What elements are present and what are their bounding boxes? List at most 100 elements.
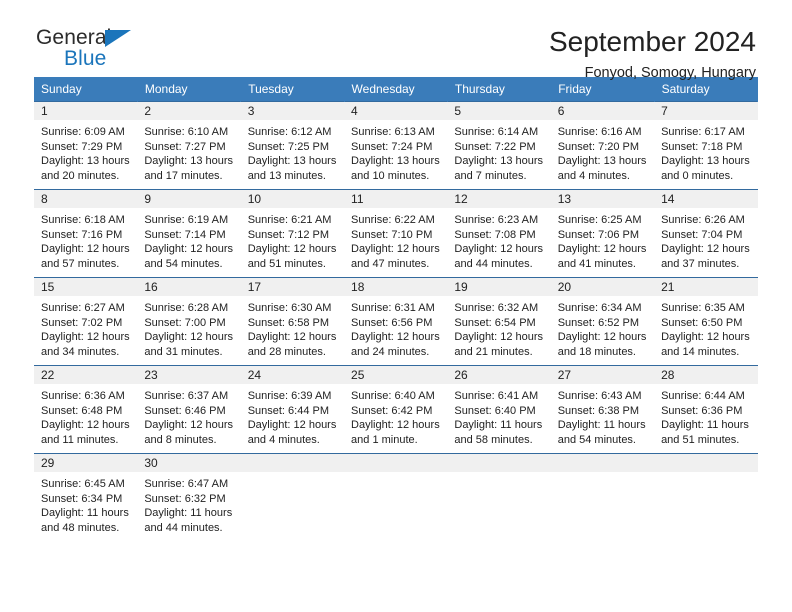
day-cell-content: 16 Sunrise: 6:28 AM Sunset: 7:00 PM Dayligh… xyxy=(137,278,241,365)
calendar-day-cell-empty xyxy=(447,453,551,540)
day-cell-content: 18 Sunrise: 6:31 AM Sunset: 6:56 PM Dayligh… xyxy=(344,278,448,365)
sunrise-text: Sunrise: 6:39 AM xyxy=(247,390,332,402)
page-subtitle: Fonyod, Somogy, Hungary xyxy=(584,65,756,82)
calendar-day-cell[interactable]: 28 Sunrise: 6:44 AM Sunset: 6:36 PM Dayligh… xyxy=(654,365,758,454)
sunrise-text: Sunrise: 6:41 AM xyxy=(454,390,539,402)
day-number: 7 xyxy=(654,102,758,120)
calendar-day-cell[interactable]: 8 Sunrise: 6:18 AM Sunset: 7:16 PM Daylight… xyxy=(34,189,138,278)
daylight-text: Daylight: 12 hours and 37 minutes. xyxy=(661,243,750,270)
day-cell-content xyxy=(654,454,758,540)
day-number: 21 xyxy=(654,278,758,296)
sunset-text: Sunset: 6:48 PM xyxy=(41,404,123,417)
sunrise-text: Sunrise: 6:35 AM xyxy=(661,302,745,314)
calendar-day-cell[interactable]: 21 Sunrise: 6:35 AM Sunset: 6:50 PM Dayligh… xyxy=(654,277,758,366)
sunrise-text: Sunrise: 6:10 AM xyxy=(144,126,229,138)
calendar-day-cell[interactable]: 9 Sunrise: 6:19 AM Sunset: 7:14 PM Daylight… xyxy=(137,189,241,278)
day-details: Sunrise: 6:26 AM Sunset: 7:04 PM Daylight:… xyxy=(654,208,757,271)
day-number xyxy=(344,454,448,472)
day-number: 16 xyxy=(137,278,241,296)
day-cell-content xyxy=(344,454,448,540)
calendar-day-cell[interactable]: 18 Sunrise: 6:31 AM Sunset: 6:56 PM Dayligh… xyxy=(344,277,448,366)
calendar-day-cell[interactable]: 7 Sunrise: 6:17 AM Sunset: 7:18 PM Daylight… xyxy=(654,101,758,190)
calendar-day-cell[interactable]: 4 Sunrise: 6:13 AM Sunset: 7:24 PM Daylight… xyxy=(344,101,448,190)
calendar-day-cell[interactable]: 1 Sunrise: 6:09 AM Sunset: 7:29 PM Daylight… xyxy=(34,101,138,190)
day-cell-content: 22 Sunrise: 6:36 AM Sunset: 6:48 PM Dayligh… xyxy=(34,366,138,453)
daylight-text: Daylight: 11 hours and 54 minutes. xyxy=(557,419,646,446)
calendar-week-row: 22 Sunrise: 6:36 AM Sunset: 6:48 PM Dayligh… xyxy=(34,365,758,454)
day-number: 24 xyxy=(240,366,345,384)
day-details: Sunrise: 6:32 AM Sunset: 6:54 PM Daylight:… xyxy=(447,296,550,359)
calendar-day-cell[interactable]: 11 Sunrise: 6:22 AM Sunset: 7:10 PM Dayligh… xyxy=(344,189,448,278)
day-cell-content xyxy=(550,454,655,540)
sunrise-text: Sunrise: 6:45 AM xyxy=(41,478,125,490)
calendar-day-cell[interactable]: 30 Sunrise: 6:47 AM Sunset: 6:32 PM Dayligh… xyxy=(137,453,241,540)
sunrise-text: Sunrise: 6:30 AM xyxy=(247,302,332,314)
sunset-text: Sunset: 6:46 PM xyxy=(144,404,226,417)
day-number: 18 xyxy=(344,278,448,296)
daylight-text: Daylight: 12 hours and 18 minutes. xyxy=(557,331,647,358)
day-cell-content: 12 Sunrise: 6:23 AM Sunset: 7:08 PM Dayligh… xyxy=(447,190,551,277)
sunset-text: Sunset: 7:25 PM xyxy=(247,140,330,153)
calendar-day-cell[interactable]: 17 Sunrise: 6:30 AM Sunset: 6:58 PM Dayligh… xyxy=(240,277,345,366)
day-details: Sunrise: 6:19 AM Sunset: 7:14 PM Daylight:… xyxy=(137,208,240,271)
calendar-day-cell[interactable]: 14 Sunrise: 6:26 AM Sunset: 7:04 PM Dayligh… xyxy=(654,189,758,278)
weekday-header-sunday: Sunday xyxy=(34,77,138,102)
day-number: 6 xyxy=(550,102,655,120)
day-details: Sunrise: 6:31 AM Sunset: 6:56 PM Daylight:… xyxy=(344,296,447,359)
daylight-text: Daylight: 12 hours and 1 minute. xyxy=(351,419,440,446)
calendar-day-cell[interactable]: 22 Sunrise: 6:36 AM Sunset: 6:48 PM Dayligh… xyxy=(34,365,138,454)
weekday-header-thursday: Thursday xyxy=(447,77,552,102)
day-number xyxy=(550,454,655,472)
calendar-week-row: 29 Sunrise: 6:45 AM Sunset: 6:34 PM Dayligh… xyxy=(34,453,758,540)
daylight-text: Daylight: 12 hours and 14 minutes. xyxy=(661,331,750,358)
calendar-day-cell[interactable]: 10 Sunrise: 6:21 AM Sunset: 7:12 PM Dayligh… xyxy=(240,189,345,278)
sunset-text: Sunset: 7:16 PM xyxy=(41,228,123,241)
day-details: Sunrise: 6:17 AM Sunset: 7:18 PM Daylight:… xyxy=(654,120,757,183)
calendar-day-cell[interactable]: 27 Sunrise: 6:43 AM Sunset: 6:38 PM Dayligh… xyxy=(550,365,655,454)
day-cell-content: 2 Sunrise: 6:10 AM Sunset: 7:27 PM Daylight… xyxy=(137,102,241,189)
calendar-day-cell[interactable]: 5 Sunrise: 6:14 AM Sunset: 7:22 PM Daylight… xyxy=(447,101,551,190)
calendar-day-cell[interactable]: 15 Sunrise: 6:27 AM Sunset: 7:02 PM Dayligh… xyxy=(34,277,138,366)
calendar-day-cell[interactable]: 3 Sunrise: 6:12 AM Sunset: 7:25 PM Daylight… xyxy=(240,101,345,190)
calendar-day-cell[interactable]: 25 Sunrise: 6:40 AM Sunset: 6:42 PM Dayligh… xyxy=(344,365,448,454)
calendar-day-cell[interactable]: 26 Sunrise: 6:41 AM Sunset: 6:40 PM Dayligh… xyxy=(447,365,551,454)
calendar-day-cell[interactable]: 2 Sunrise: 6:10 AM Sunset: 7:27 PM Daylight… xyxy=(137,101,241,190)
day-cell-content: 27 Sunrise: 6:43 AM Sunset: 6:38 PM Dayligh… xyxy=(550,366,655,453)
sunset-text: Sunset: 6:32 PM xyxy=(144,492,226,505)
calendar-day-cell[interactable]: 23 Sunrise: 6:37 AM Sunset: 6:46 PM Dayligh… xyxy=(137,365,241,454)
day-details: Sunrise: 6:09 AM Sunset: 7:29 PM Daylight:… xyxy=(34,120,137,183)
calendar-day-cell[interactable]: 6 Sunrise: 6:16 AM Sunset: 7:20 PM Daylight… xyxy=(550,101,655,190)
day-details: Sunrise: 6:36 AM Sunset: 6:48 PM Daylight:… xyxy=(34,384,137,447)
sunrise-text: Sunrise: 6:43 AM xyxy=(557,390,642,402)
logo-text-blue: Blue xyxy=(64,47,107,70)
day-cell-content: 13 Sunrise: 6:25 AM Sunset: 7:06 PM Dayligh… xyxy=(550,190,655,277)
sunset-text: Sunset: 6:56 PM xyxy=(351,316,433,329)
calendar-day-cell[interactable]: 29 Sunrise: 6:45 AM Sunset: 6:34 PM Dayligh… xyxy=(34,453,138,540)
day-cell-content: 26 Sunrise: 6:41 AM Sunset: 6:40 PM Dayligh… xyxy=(447,366,551,453)
sunrise-text: Sunrise: 6:14 AM xyxy=(454,126,539,138)
day-cell-content: 25 Sunrise: 6:40 AM Sunset: 6:42 PM Dayligh… xyxy=(344,366,448,453)
day-details: Sunrise: 6:27 AM Sunset: 7:02 PM Daylight:… xyxy=(34,296,137,359)
day-details: Sunrise: 6:21 AM Sunset: 7:12 PM Daylight:… xyxy=(241,208,344,271)
day-number: 19 xyxy=(447,278,551,296)
calendar-day-cell[interactable]: 20 Sunrise: 6:34 AM Sunset: 6:52 PM Dayligh… xyxy=(550,277,655,366)
daylight-text: Daylight: 11 hours and 58 minutes. xyxy=(454,419,543,446)
daylight-text: Daylight: 12 hours and 47 minutes. xyxy=(351,243,440,270)
calendar-day-cell[interactable]: 13 Sunrise: 6:25 AM Sunset: 7:06 PM Dayligh… xyxy=(550,189,655,278)
day-details: Sunrise: 6:22 AM Sunset: 7:10 PM Daylight:… xyxy=(344,208,447,271)
daylight-text: Daylight: 13 hours and 0 minutes. xyxy=(661,155,750,182)
daylight-text: Daylight: 12 hours and 21 minutes. xyxy=(454,331,544,358)
day-number xyxy=(654,454,758,472)
day-cell-content: 4 Sunrise: 6:13 AM Sunset: 7:24 PM Daylight… xyxy=(344,102,448,189)
calendar-day-cell[interactable]: 16 Sunrise: 6:28 AM Sunset: 7:00 PM Dayligh… xyxy=(137,277,241,366)
sunrise-text: Sunrise: 6:47 AM xyxy=(144,478,229,490)
sunrise-text: Sunrise: 6:34 AM xyxy=(557,302,642,314)
calendar-day-cell[interactable]: 24 Sunrise: 6:39 AM Sunset: 6:44 PM Dayligh… xyxy=(240,365,345,454)
calendar-day-cell[interactable]: 12 Sunrise: 6:23 AM Sunset: 7:08 PM Dayligh… xyxy=(447,189,551,278)
sunset-text: Sunset: 7:22 PM xyxy=(454,140,536,153)
calendar-day-cell[interactable]: 19 Sunrise: 6:32 AM Sunset: 6:54 PM Dayligh… xyxy=(447,277,551,366)
sunrise-text: Sunrise: 6:40 AM xyxy=(351,390,435,402)
day-details: Sunrise: 6:47 AM Sunset: 6:32 PM Daylight:… xyxy=(137,472,240,535)
calendar-week-row: 15 Sunrise: 6:27 AM Sunset: 7:02 PM Dayligh… xyxy=(34,277,758,366)
daylight-text: Daylight: 13 hours and 17 minutes. xyxy=(144,155,234,182)
